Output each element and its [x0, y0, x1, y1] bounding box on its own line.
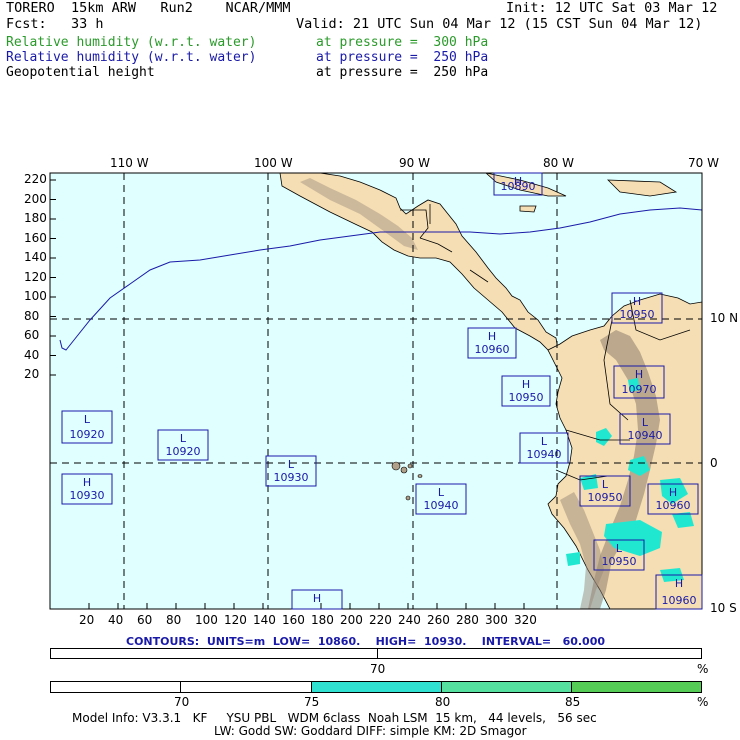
x-tick-label: 320 [514, 613, 537, 627]
svg-text:H: H [488, 330, 496, 343]
svg-text:10890: 10890 [501, 180, 536, 193]
color-scale-label-85: 85 [565, 695, 581, 709]
svg-text:10930: 10930 [274, 471, 309, 484]
land-jamaica [519, 205, 537, 213]
svg-text:H: H [83, 476, 91, 489]
color-segment-5 [572, 682, 701, 692]
y-tick-label: 140 [24, 250, 47, 264]
y-tick-label: 40 [24, 347, 40, 362]
x-tick-label: 220 [369, 613, 392, 627]
svg-text:10970: 10970 [622, 383, 657, 396]
y-tick-label: 200 [24, 191, 47, 206]
svg-text:L: L [602, 478, 609, 491]
color-segment-1 [51, 682, 181, 692]
color-segment-2 [181, 682, 312, 692]
y-tick-label: 160 [24, 230, 47, 245]
svg-text:10920: 10920 [166, 445, 201, 458]
x-tick-label: 160 [282, 613, 305, 627]
x-tick-label: 120 [224, 613, 247, 627]
lon-label-110w: 110 W [110, 156, 149, 170]
lon-label-70w: 70 W [688, 156, 719, 170]
y-tick-label: 80 [24, 308, 40, 323]
svg-text:10940: 10940 [628, 429, 663, 442]
x-tick-label: 60 [137, 613, 153, 627]
svg-text:10940: 10940 [527, 448, 562, 461]
x-tick-label: 240 [398, 613, 421, 627]
svg-text:L: L [642, 416, 649, 429]
svg-text:H: H [669, 486, 677, 499]
y-tick-label: 100 [24, 289, 47, 303]
contour-scale-label: 70 [370, 662, 386, 676]
x-tick-label: 280 [456, 613, 479, 627]
svg-text:10930: 10930 [70, 489, 105, 502]
footer-physics-info: LW: Godd SW: Goddard DIFF: simple KM: 2D… [214, 724, 527, 738]
svg-text:10960: 10960 [475, 343, 510, 356]
y-tick-label: 180 [24, 211, 47, 225]
y-tick-label: 60 [24, 328, 40, 342]
svg-text:L: L [438, 486, 445, 499]
svg-text:10960: 10960 [656, 499, 691, 512]
x-tick-label: 80 [166, 613, 182, 627]
color-scale-label-75: 75 [304, 695, 320, 709]
svg-text:L: L [180, 432, 187, 445]
svg-text:H: H [522, 378, 530, 391]
weather-map: H10890H10950H10960H10970H10950L10940L109… [49, 172, 703, 610]
lon-label-80w: 80 W [543, 156, 574, 170]
x-tick-label: 20 [79, 613, 95, 627]
color-segment-3 [312, 682, 442, 692]
svg-text:10920: 10920 [70, 428, 105, 441]
y-tick-label: 120 [24, 269, 47, 284]
lon-label-90w: 90 W [399, 156, 430, 170]
svg-text:10950: 10950 [588, 491, 623, 504]
color-scale-unit: % [697, 695, 709, 709]
x-tick-label: 260 [427, 613, 450, 627]
svg-text:10950: 10950 [509, 391, 544, 404]
contour-info: CONTOURS: UNITS=m LOW= 10860. HIGH= 1093… [126, 635, 606, 648]
svg-text:H: H [635, 368, 643, 381]
svg-text:H: H [313, 592, 321, 605]
svg-text:L: L [616, 542, 623, 555]
y-tick-label: 220 [24, 172, 47, 186]
rh-color-scale [50, 681, 702, 693]
svg-text:10950: 10950 [620, 308, 655, 321]
x-tick-label: 140 [253, 613, 276, 627]
svg-text:L: L [84, 413, 91, 426]
lat-label-0: 0 [710, 456, 718, 470]
svg-text:H: H [633, 295, 641, 308]
x-tick-label: 180 [311, 613, 334, 627]
lat-label-10s: 10 S [710, 601, 737, 615]
svg-text:L: L [541, 435, 548, 448]
svg-text:L: L [288, 458, 295, 471]
x-tick-label: 200 [340, 613, 363, 627]
contour-scale-bar [50, 648, 702, 659]
color-scale-label-80: 80 [435, 695, 451, 709]
svg-text:10950: 10950 [602, 555, 637, 568]
y-tick-label: 20 [24, 367, 40, 381]
lat-label-10n: 10 N [710, 311, 739, 325]
lon-label-100w: 100 W [254, 156, 293, 170]
color-scale-label-70: 70 [174, 695, 190, 709]
contour-scale-unit: % [697, 662, 709, 676]
svg-text:10940: 10940 [424, 499, 459, 512]
x-tick-label: 300 [485, 613, 508, 627]
svg-text:10960: 10960 [662, 594, 697, 607]
x-tick-label: 40 [108, 613, 124, 627]
svg-text:H: H [675, 577, 683, 590]
color-segment-4 [442, 682, 572, 692]
x-tick-label: 100 [195, 613, 218, 627]
